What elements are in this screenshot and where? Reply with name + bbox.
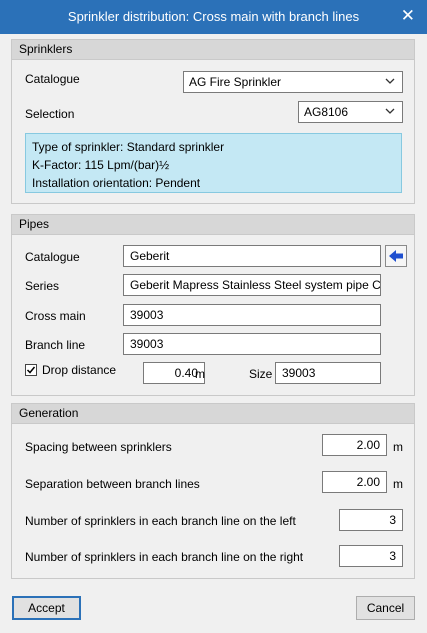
chevron-down-icon <box>385 108 395 114</box>
sprinkler-info-box: Type of sprinkler: Standard sprinkler K-… <box>25 133 402 193</box>
separation-label: Separation between branch lines <box>25 477 200 491</box>
left-count-label: Number of sprinklers in each branch line… <box>25 514 296 528</box>
right-count-label: Number of sprinklers in each branch line… <box>25 550 304 564</box>
separation-field[interactable]: 2.00 <box>322 471 387 493</box>
cancel-button[interactable]: Cancel <box>356 596 415 620</box>
branch-line-field[interactable]: 39003 <box>123 333 381 355</box>
spacing-field[interactable]: 2.00 <box>322 434 387 456</box>
window-title: Sprinkler distribution: Cross main with … <box>67 9 360 24</box>
spacing-label: Spacing between sprinklers <box>25 440 172 454</box>
select-catalogue-button[interactable] <box>385 245 407 267</box>
sprinkler-orientation-text: Installation orientation: Pendent <box>32 176 201 190</box>
spacing-unit: m <box>393 440 403 454</box>
pipes-group: Pipes Catalogue Geberit Series Geberit M… <box>11 214 415 396</box>
accept-button[interactable]: Accept <box>12 596 81 620</box>
sprinklers-header: Sprinklers <box>12 40 414 60</box>
drop-distance-unit: m <box>195 367 205 381</box>
pipe-series-label: Series <box>25 279 60 293</box>
generation-group: Generation Spacing between sprinklers 2.… <box>11 403 415 579</box>
pipe-catalogue-field[interactable]: Geberit <box>123 245 381 267</box>
chevron-down-icon <box>385 78 395 84</box>
drop-distance-checkbox[interactable] <box>25 364 37 376</box>
cross-main-field[interactable]: 39003 <box>123 304 381 326</box>
close-icon[interactable]: ✕ <box>401 7 415 24</box>
right-count-field[interactable]: 3 <box>339 545 403 567</box>
sprinkler-kfactor-text: K-Factor: 115 Lpm/(bar)½ <box>32 158 170 172</box>
branch-line-label: Branch line <box>25 338 86 352</box>
cross-main-label: Cross main <box>25 309 86 323</box>
pipe-series-field[interactable]: Geberit Mapress Stainless Steel system p… <box>123 274 381 296</box>
size-field[interactable]: 39003 <box>275 362 381 384</box>
arrow-left-icon <box>389 250 403 262</box>
pipe-catalogue-label: Catalogue <box>25 250 80 264</box>
generation-header: Generation <box>12 404 414 424</box>
sprinkler-catalogue-value: AG Fire Sprinkler <box>189 75 282 89</box>
sprinkler-selection-value: AG8106 <box>304 105 349 119</box>
separation-unit: m <box>393 477 403 491</box>
size-label: Size <box>249 367 273 381</box>
checkmark-icon <box>26 366 36 374</box>
pipes-header: Pipes <box>12 215 414 235</box>
sprinkler-selection-select[interactable]: AG8106 <box>298 101 403 123</box>
sprinkler-catalogue-select[interactable]: AG Fire Sprinkler <box>183 71 403 93</box>
sprinkler-selection-label: Selection <box>25 107 75 121</box>
drop-distance-label: Drop distance <box>42 363 117 377</box>
left-count-field[interactable]: 3 <box>339 509 403 531</box>
title-bar: Sprinkler distribution: Cross main with … <box>0 0 427 34</box>
sprinkler-catalogue-label: Catalogue <box>25 72 80 86</box>
sprinkler-type-text: Type of sprinkler: Standard sprinkler <box>32 140 225 154</box>
sprinklers-group: Sprinklers Catalogue AG Fire Sprinkler S… <box>11 39 415 204</box>
